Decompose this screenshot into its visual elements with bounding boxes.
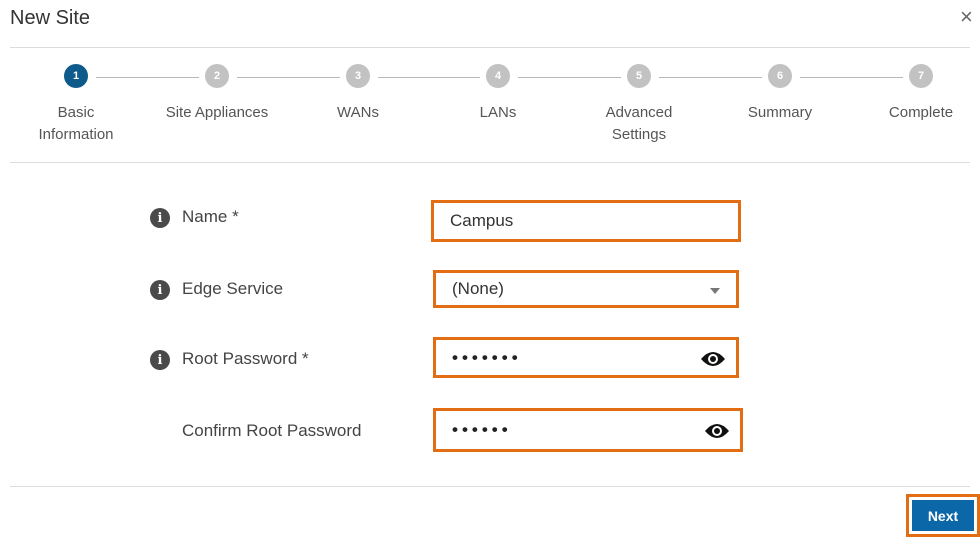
next-button[interactable]: Next: [906, 494, 980, 537]
close-icon[interactable]: ×: [960, 6, 973, 28]
stepper-divider: [10, 162, 970, 163]
step-6-label[interactable]: Summary: [710, 102, 850, 124]
step-1-indicator[interactable]: 1: [64, 64, 88, 88]
step-connector: [96, 77, 199, 78]
step-2-label[interactable]: Site Appliances: [147, 102, 287, 124]
step-4-label[interactable]: LANs: [428, 102, 568, 124]
step-4-indicator[interactable]: 4: [486, 64, 510, 88]
chevron-down-icon[interactable]: [710, 288, 720, 294]
info-icon[interactable]: i: [150, 280, 170, 300]
edge-service-label: Edge Service: [182, 279, 284, 298]
step-5-label[interactable]: Advanced Settings: [569, 102, 709, 146]
root-password-field[interactable]: •••••••: [433, 337, 739, 378]
info-icon[interactable]: i: [150, 350, 170, 370]
confirm-password-field[interactable]: ••••••: [433, 408, 743, 452]
footer-divider: [10, 486, 970, 487]
step-3-label[interactable]: WANs: [288, 102, 428, 124]
header-divider: [10, 47, 970, 48]
step-3-indicator[interactable]: 3: [346, 64, 370, 88]
root-password-value: •••••••: [452, 347, 522, 367]
step-connector: [659, 77, 762, 78]
step-5-indicator[interactable]: 5: [627, 64, 651, 88]
step-connector: [518, 77, 621, 78]
name-label: Name *: [182, 207, 239, 226]
edge-service-value: (None): [452, 279, 504, 298]
step-connector: [800, 77, 903, 78]
step-1-label[interactable]: Basic Information: [6, 102, 146, 146]
step-7-indicator[interactable]: 7: [909, 64, 933, 88]
step-6-indicator[interactable]: 6: [768, 64, 792, 88]
edge-service-select[interactable]: (None): [433, 270, 739, 308]
step-2-indicator[interactable]: 2: [205, 64, 229, 88]
eye-icon[interactable]: [704, 421, 730, 441]
name-input[interactable]: [450, 211, 670, 231]
confirm-password-label: Confirm Root Password: [182, 421, 362, 440]
info-icon[interactable]: i: [150, 208, 170, 228]
dialog-title: New Site: [10, 7, 91, 29]
next-button-label: Next: [912, 500, 974, 531]
step-7-label[interactable]: Complete: [851, 102, 980, 124]
confirm-password-value: ••••••: [452, 420, 512, 439]
step-connector: [378, 77, 480, 78]
root-password-label: Root Password *: [182, 349, 309, 368]
eye-icon[interactable]: [700, 349, 726, 369]
name-field[interactable]: [431, 200, 741, 242]
step-connector: [237, 77, 340, 78]
